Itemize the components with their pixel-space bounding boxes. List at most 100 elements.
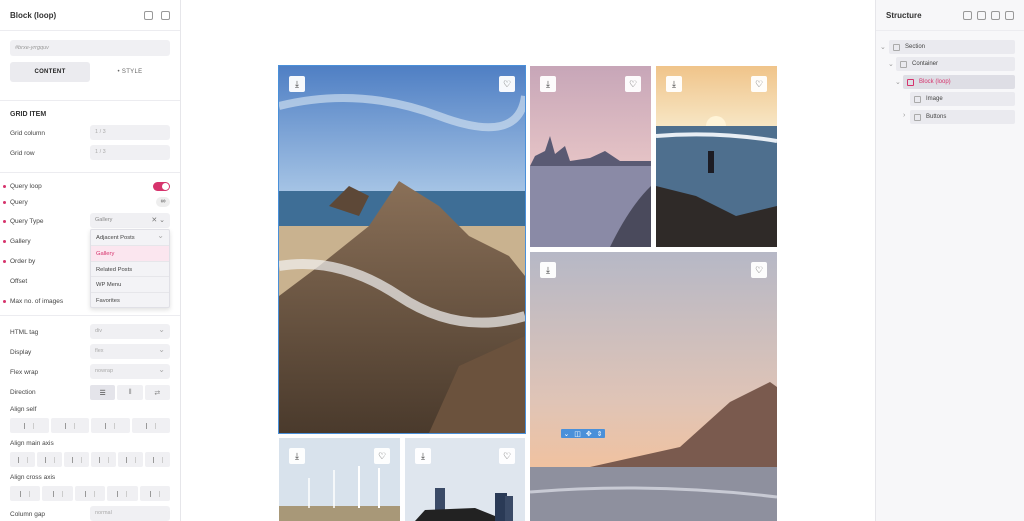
download-icon[interactable]: ⤓ xyxy=(540,76,556,92)
element-id-field[interactable]: #brxe-yrrgquv xyxy=(10,40,170,56)
structure-title: Structure xyxy=(886,10,922,20)
flex-wrap-row: Flex wrap nowrap xyxy=(10,364,170,380)
drag-icon[interactable]: ⇕ xyxy=(597,430,603,438)
structure-header: Structure xyxy=(876,0,1024,31)
items-baseline-icon[interactable] xyxy=(139,486,171,501)
trash-icon[interactable] xyxy=(991,10,1000,20)
column-gap-row: Column gap normal xyxy=(10,506,170,521)
align-main-control xyxy=(10,452,170,467)
save-icon[interactable] xyxy=(144,10,153,20)
align-self-control xyxy=(10,418,170,433)
align-stretch-icon[interactable] xyxy=(131,418,170,433)
expand-icon[interactable] xyxy=(1005,10,1014,20)
dropdown-option[interactable]: WP Menu xyxy=(91,277,169,294)
display-select[interactable]: flex xyxy=(90,344,170,359)
tree-node-buttons[interactable]: Buttons xyxy=(910,110,1015,124)
caret-down-icon[interactable]: ⌄ xyxy=(880,43,886,51)
image-icon xyxy=(914,95,921,103)
section-icon xyxy=(893,43,900,51)
download-icon[interactable]: ⤓ xyxy=(415,448,431,464)
query-loop-toggle[interactable] xyxy=(153,182,170,191)
download-icon[interactable]: ⤓ xyxy=(289,448,305,464)
justify-evenly-icon[interactable] xyxy=(145,452,170,467)
move-icon[interactable]: ✥ xyxy=(586,430,592,438)
caret-down-icon[interactable]: ⌄ xyxy=(888,60,894,68)
panel-tabs: CONTENT • STYLE xyxy=(10,62,170,82)
gallery-image-city[interactable]: ⤓ ♡ xyxy=(530,66,651,247)
items-center-icon[interactable] xyxy=(42,486,73,501)
items-stretch-icon[interactable] xyxy=(107,486,138,501)
heart-icon[interactable]: ♡ xyxy=(499,76,515,92)
infinity-icon[interactable]: ∞ xyxy=(156,197,170,207)
heart-icon[interactable]: ♡ xyxy=(499,448,515,464)
grid-column-input[interactable]: 1 / 3 xyxy=(90,125,170,140)
gallery-image-surfer[interactable]: ⤓ ♡ xyxy=(656,66,777,247)
html-tag-select[interactable]: div xyxy=(90,324,170,339)
heart-icon[interactable]: ♡ xyxy=(751,76,767,92)
query-label: Query xyxy=(3,199,170,206)
divider xyxy=(0,315,180,316)
tree-node-image[interactable]: Image xyxy=(910,92,1015,106)
align-cross-label: Align cross axis xyxy=(10,473,56,481)
download-icon[interactable]: ⤓ xyxy=(666,76,682,92)
clear-chevron-icon[interactable]: ✕ ⌄ xyxy=(151,216,165,224)
direction-row-icon[interactable]: ☰ xyxy=(90,385,116,400)
grid-row-row: Grid row 1 / 3 xyxy=(10,145,170,161)
tree-node-section[interactable]: Section xyxy=(889,40,1015,54)
tree-node-label: Section xyxy=(905,44,926,50)
copy-icon[interactable] xyxy=(963,10,972,20)
query-type-dropdown: Adjacent Posts Gallery Related Posts WP … xyxy=(90,229,170,308)
gallery-image-turbines[interactable]: ⤓ ♡ xyxy=(279,438,400,521)
tab-content[interactable]: CONTENT xyxy=(10,62,90,82)
align-end-icon[interactable] xyxy=(91,418,130,433)
tab-style[interactable]: • STYLE xyxy=(90,62,170,82)
align-center-icon[interactable] xyxy=(50,418,89,433)
download-icon[interactable]: ⤓ xyxy=(540,262,556,278)
items-end-icon[interactable] xyxy=(74,486,106,501)
download-icon[interactable] xyxy=(977,10,986,20)
container-icon xyxy=(900,60,907,68)
align-cross-row: Align cross axis xyxy=(10,469,170,485)
download-icon[interactable]: ⤓ xyxy=(289,76,305,92)
align-self-row: Align self xyxy=(10,401,170,417)
surfer-sunset-image xyxy=(656,66,777,247)
heart-icon[interactable]: ♡ xyxy=(751,262,767,278)
align-start-icon[interactable] xyxy=(10,418,49,433)
dropdown-option-selected[interactable]: Gallery xyxy=(91,245,169,262)
grid-row-input[interactable]: 1 / 3 xyxy=(90,145,170,160)
query-type-row: Query Type Gallery ✕ ⌄ xyxy=(3,213,170,229)
flex-wrap-select[interactable]: nowrap xyxy=(90,364,170,379)
columns-icon[interactable]: ◫ xyxy=(574,430,581,438)
direction-reverse-icon[interactable]: ⇄ xyxy=(144,385,170,400)
panel-title: Block (loop) xyxy=(10,10,57,20)
tree-node-block-loop[interactable]: Block (loop) xyxy=(903,75,1015,89)
query-loop-row: Query loop xyxy=(3,178,170,194)
direction-column-icon[interactable]: ⦀ xyxy=(117,385,143,400)
element-toolbar: ⌄ ◫ ✥ ⇕ xyxy=(561,429,605,438)
justify-end-icon[interactable] xyxy=(64,452,89,467)
justify-center-icon[interactable] xyxy=(37,452,62,467)
dropdown-option[interactable]: Favorites xyxy=(91,293,169,309)
align-main-row: Align main axis xyxy=(10,435,170,451)
align-main-label: Align main axis xyxy=(10,439,54,447)
gallery-image-rocks[interactable]: ⤓ ♡ xyxy=(278,65,526,434)
divider xyxy=(0,100,180,101)
items-start-icon[interactable] xyxy=(10,486,41,501)
caret-down-icon[interactable]: ⌄ xyxy=(895,78,901,86)
caret-right-icon[interactable]: › xyxy=(903,112,905,119)
coast-cliff-image xyxy=(530,252,777,521)
chevron-down-icon[interactable]: ⌄ xyxy=(563,430,569,438)
pin-icon[interactable] xyxy=(161,10,170,20)
justify-start-icon[interactable] xyxy=(10,452,35,467)
column-gap-input[interactable]: normal xyxy=(90,506,170,521)
gallery-image-car[interactable]: ⤓ ♡ xyxy=(405,438,525,521)
tree-node-container[interactable]: Container xyxy=(896,57,1015,71)
dropdown-option[interactable]: Related Posts xyxy=(91,262,169,278)
grid-column-row: Grid column 1 / 3 xyxy=(10,125,170,141)
justify-around-icon[interactable] xyxy=(118,452,143,467)
heart-icon[interactable]: ♡ xyxy=(625,76,641,92)
gallery-image-coast[interactable]: ⤓ ♡ xyxy=(530,252,777,521)
justify-between-icon[interactable] xyxy=(91,452,116,467)
tree-node-label: Container xyxy=(912,61,939,67)
heart-icon[interactable]: ♡ xyxy=(374,448,390,464)
